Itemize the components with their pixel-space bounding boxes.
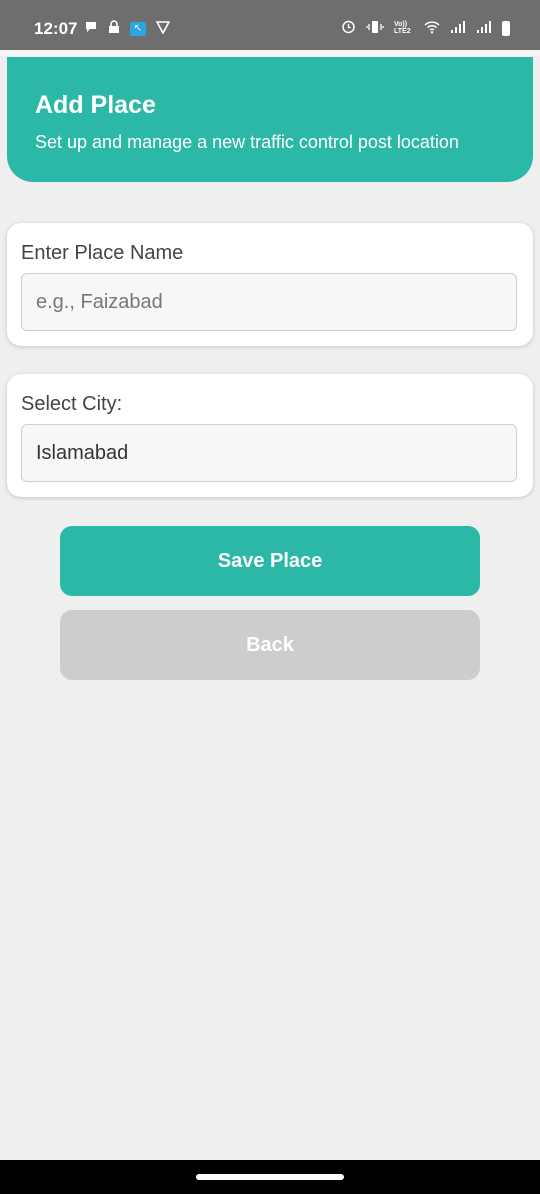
navigation-bar xyxy=(0,1160,540,1194)
status-time: 12:07 xyxy=(34,19,78,38)
battery-icon xyxy=(502,20,510,36)
page-header: Add Place Set up and manage a new traffi… xyxy=(7,57,533,182)
volte-icon: Vo)) LTE2 xyxy=(394,21,411,35)
page-title: Add Place xyxy=(35,91,156,119)
status-bar: 12:07 ↖ Vo)) LTE2 xyxy=(0,0,540,50)
shield-icon xyxy=(155,20,171,37)
place-name-card: Enter Place Name xyxy=(7,223,533,346)
city-select-value: Islamabad xyxy=(36,441,129,464)
wifi-icon xyxy=(424,20,440,37)
signal-icon-2 xyxy=(476,20,492,37)
chat-bubble-icon xyxy=(84,20,98,37)
app-icon: ↖ xyxy=(130,21,146,36)
lock-icon xyxy=(108,20,120,37)
place-name-input[interactable] xyxy=(21,273,517,331)
page-subtitle: Set up and manage a new traffic control … xyxy=(35,132,459,152)
save-place-button[interactable]: Save Place xyxy=(60,526,480,596)
back-button[interactable]: Back xyxy=(60,610,480,680)
status-divider xyxy=(0,50,540,56)
vibrate-icon xyxy=(366,20,384,37)
alarm-icon xyxy=(341,19,356,37)
status-right-icons: Vo)) LTE2 xyxy=(341,19,510,37)
signal-icon xyxy=(450,20,466,37)
place-name-label: Enter Place Name xyxy=(21,242,184,264)
city-select[interactable]: Islamabad xyxy=(21,424,517,482)
status-left-icons: ↖ xyxy=(84,20,171,37)
city-label: Select City: xyxy=(21,393,123,415)
city-card: Select City: Islamabad xyxy=(7,374,533,497)
home-indicator[interactable] xyxy=(196,1174,344,1180)
